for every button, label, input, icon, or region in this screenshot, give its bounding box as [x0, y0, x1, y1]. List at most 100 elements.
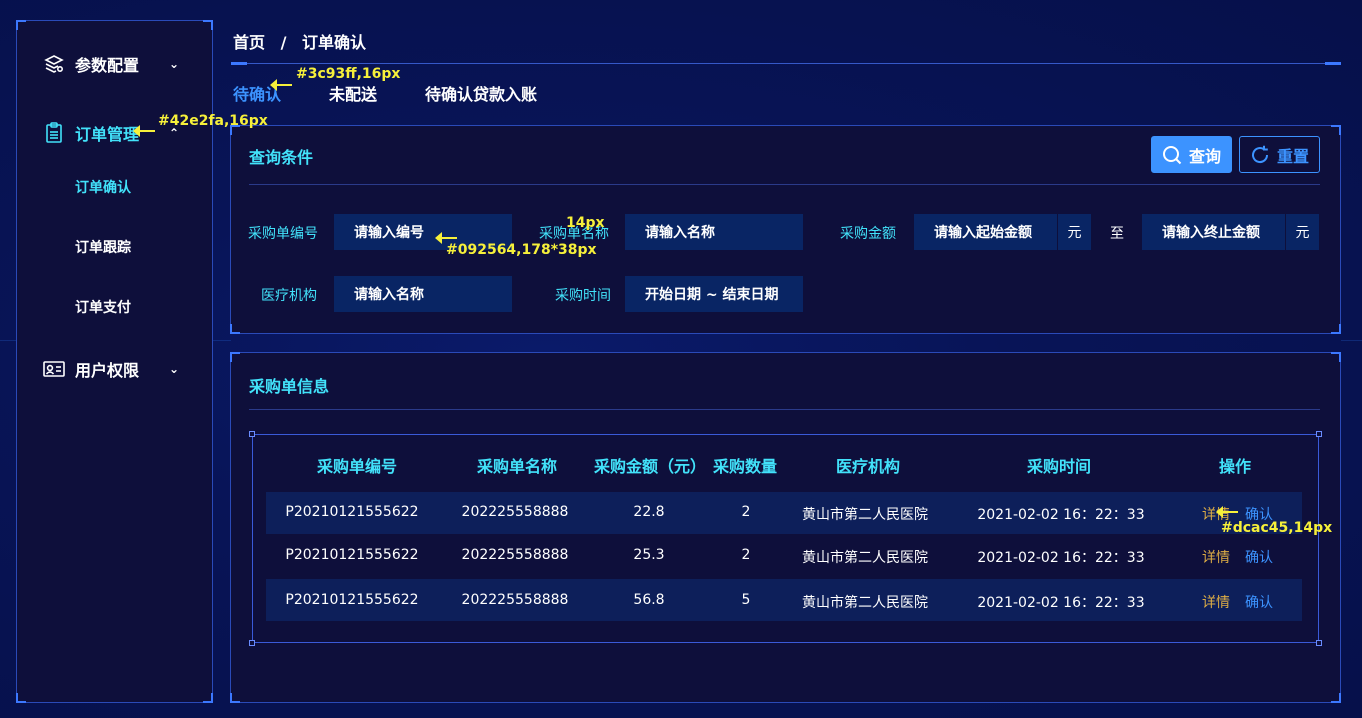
institution-input[interactable]: 请输入名称 — [334, 276, 512, 312]
column-header: 医疗机构 — [835, 457, 901, 476]
cell-order-name: 202225558888 — [461, 547, 569, 563]
cell-order-no: P20210121555622 — [285, 547, 419, 563]
sidebar-group-label: 订单管理 — [75, 125, 140, 144]
corner-decoration — [1331, 352, 1341, 362]
corner-decoration — [1331, 125, 1341, 135]
layers-gear-icon — [43, 53, 65, 75]
sidebar-item-order-pay[interactable]: 订单支付 — [75, 297, 131, 317]
cell-order-no: P20210121555622 — [285, 592, 419, 608]
date-range-input[interactable]: 开始日期 ~ 结束日期 — [625, 276, 803, 312]
search-icon — [1162, 145, 1182, 165]
breadcrumb-home[interactable]: 首页 — [233, 33, 265, 52]
cell-order-no: P20210121555622 — [285, 504, 419, 520]
column-header: 采购金额（元） — [593, 457, 707, 476]
sidebar-group-permissions[interactable]: 用户权限 ⌄ — [43, 357, 179, 381]
annotation-arrow — [435, 232, 457, 244]
detail-link[interactable]: 详情 — [1202, 592, 1230, 612]
amount-end-input[interactable]: 请输入终止金额 — [1142, 214, 1286, 250]
cell-quantity: 5 — [741, 592, 751, 608]
annotation-detail-spec: #dcac45,14px — [1221, 520, 1333, 536]
tab-not-delivered[interactable]: 未配送 — [329, 81, 377, 105]
amount-label: 采购金额 — [840, 226, 896, 242]
date-label: 采购时间 — [555, 288, 611, 304]
corner-decoration — [230, 693, 240, 703]
reset-button[interactable]: 重置 — [1239, 136, 1320, 173]
column-header: 采购时间 — [1026, 457, 1092, 476]
sidebar-item-order-confirm[interactable]: 订单确认 — [75, 177, 131, 197]
cell-order-name: 202225558888 — [461, 592, 569, 608]
institution-label: 医疗机构 — [261, 288, 317, 304]
annotation-arrow — [270, 79, 292, 91]
cell-time: 2021-02-02 16：22：33 — [977, 550, 1145, 566]
panel-divider — [249, 184, 1320, 185]
annotation-arrow — [133, 125, 155, 137]
annotation-tab-spec: #3c93ff,16px — [296, 66, 401, 82]
cell-amount: 25.3 — [633, 547, 665, 563]
cell-quantity: 2 — [741, 547, 751, 563]
query-panel-title: 查询条件 — [249, 148, 314, 167]
detail-link[interactable]: 详情 — [1202, 547, 1230, 567]
annotation-menu-spec: #42e2fa,16px — [158, 113, 268, 129]
confirm-link[interactable]: 确认 — [1245, 592, 1273, 612]
clipboard-icon — [43, 122, 65, 144]
cell-time: 2021-02-02 16：22：33 — [977, 507, 1145, 523]
header-divider — [231, 62, 1341, 65]
breadcrumb-separator: / — [280, 33, 287, 52]
sidebar-group-label: 用户权限 — [75, 361, 140, 380]
corner-decoration — [16, 693, 26, 703]
corner-decoration — [1331, 324, 1341, 334]
corner-decoration — [1331, 693, 1341, 703]
refresh-icon — [1250, 145, 1270, 165]
cell-institution: 黄山市第二人民医院 — [802, 550, 928, 566]
selection-handle — [1316, 431, 1322, 437]
selection-handle — [249, 431, 255, 437]
order-no-label: 采购单编号 — [248, 226, 318, 242]
table-panel-title: 采购单信息 — [249, 377, 330, 396]
table-row — [266, 579, 1302, 621]
corner-decoration — [230, 352, 240, 362]
corner-decoration — [230, 324, 240, 334]
sidebar-group-label: 参数配置 — [75, 56, 140, 75]
cell-amount: 22.8 — [633, 504, 665, 520]
selection-handle — [249, 640, 255, 646]
panel-divider — [249, 409, 1320, 410]
bg-circuit-line — [0, 340, 16, 341]
column-header: 操作 — [1218, 457, 1252, 476]
breadcrumb: 首页 / 订单确认 — [233, 29, 366, 53]
id-card-icon — [43, 358, 65, 380]
column-header: 采购数量 — [712, 457, 778, 476]
corner-decoration — [16, 20, 26, 30]
cell-institution: 黄山市第二人民医院 — [802, 507, 928, 523]
amount-start-input[interactable]: 请输入起始金额 — [914, 214, 1058, 250]
cell-order-name: 202225558888 — [461, 504, 569, 520]
sidebar-group-orders[interactable]: 订单管理 ⌃ — [43, 121, 179, 145]
cell-time: 2021-02-02 16：22：33 — [977, 595, 1145, 611]
sidebar-item-order-track[interactable]: 订单跟踪 — [75, 237, 131, 257]
chevron-down-icon: ⌄ — [169, 362, 180, 376]
annotation-input-spec: #092564,178*38px — [446, 242, 597, 258]
annotation-arrow — [1216, 506, 1238, 518]
table-row — [266, 492, 1302, 534]
corner-decoration — [203, 20, 213, 30]
tab-pending-payment[interactable]: 待确认贷款入账 — [425, 81, 537, 105]
order-name-input[interactable]: 请输入名称 — [625, 214, 803, 250]
column-header: 采购单编号 — [316, 457, 398, 476]
bg-circuit-line — [1341, 340, 1362, 341]
cell-amount: 56.8 — [633, 592, 665, 608]
selection-handle — [1316, 640, 1322, 646]
breadcrumb-current: 订单确认 — [302, 33, 367, 52]
amount-start-unit: 元 — [1057, 214, 1091, 250]
amount-range-to: 至 — [1110, 226, 1124, 242]
reset-button-label: 重置 — [1276, 146, 1309, 166]
bg-circuit-line — [213, 340, 231, 341]
cell-institution: 黄山市第二人民医院 — [802, 595, 928, 611]
query-button[interactable]: 查询 — [1151, 136, 1232, 173]
chevron-down-icon: ⌄ — [169, 57, 180, 71]
sidebar-group-params[interactable]: 参数配置 ⌄ — [43, 52, 179, 76]
corner-decoration — [203, 693, 213, 703]
table-row — [266, 535, 1302, 577]
amount-end-unit: 元 — [1285, 214, 1319, 250]
annotation-label-size: 14px — [566, 215, 605, 231]
column-header: 采购单名称 — [476, 457, 558, 476]
confirm-link[interactable]: 确认 — [1245, 547, 1273, 567]
